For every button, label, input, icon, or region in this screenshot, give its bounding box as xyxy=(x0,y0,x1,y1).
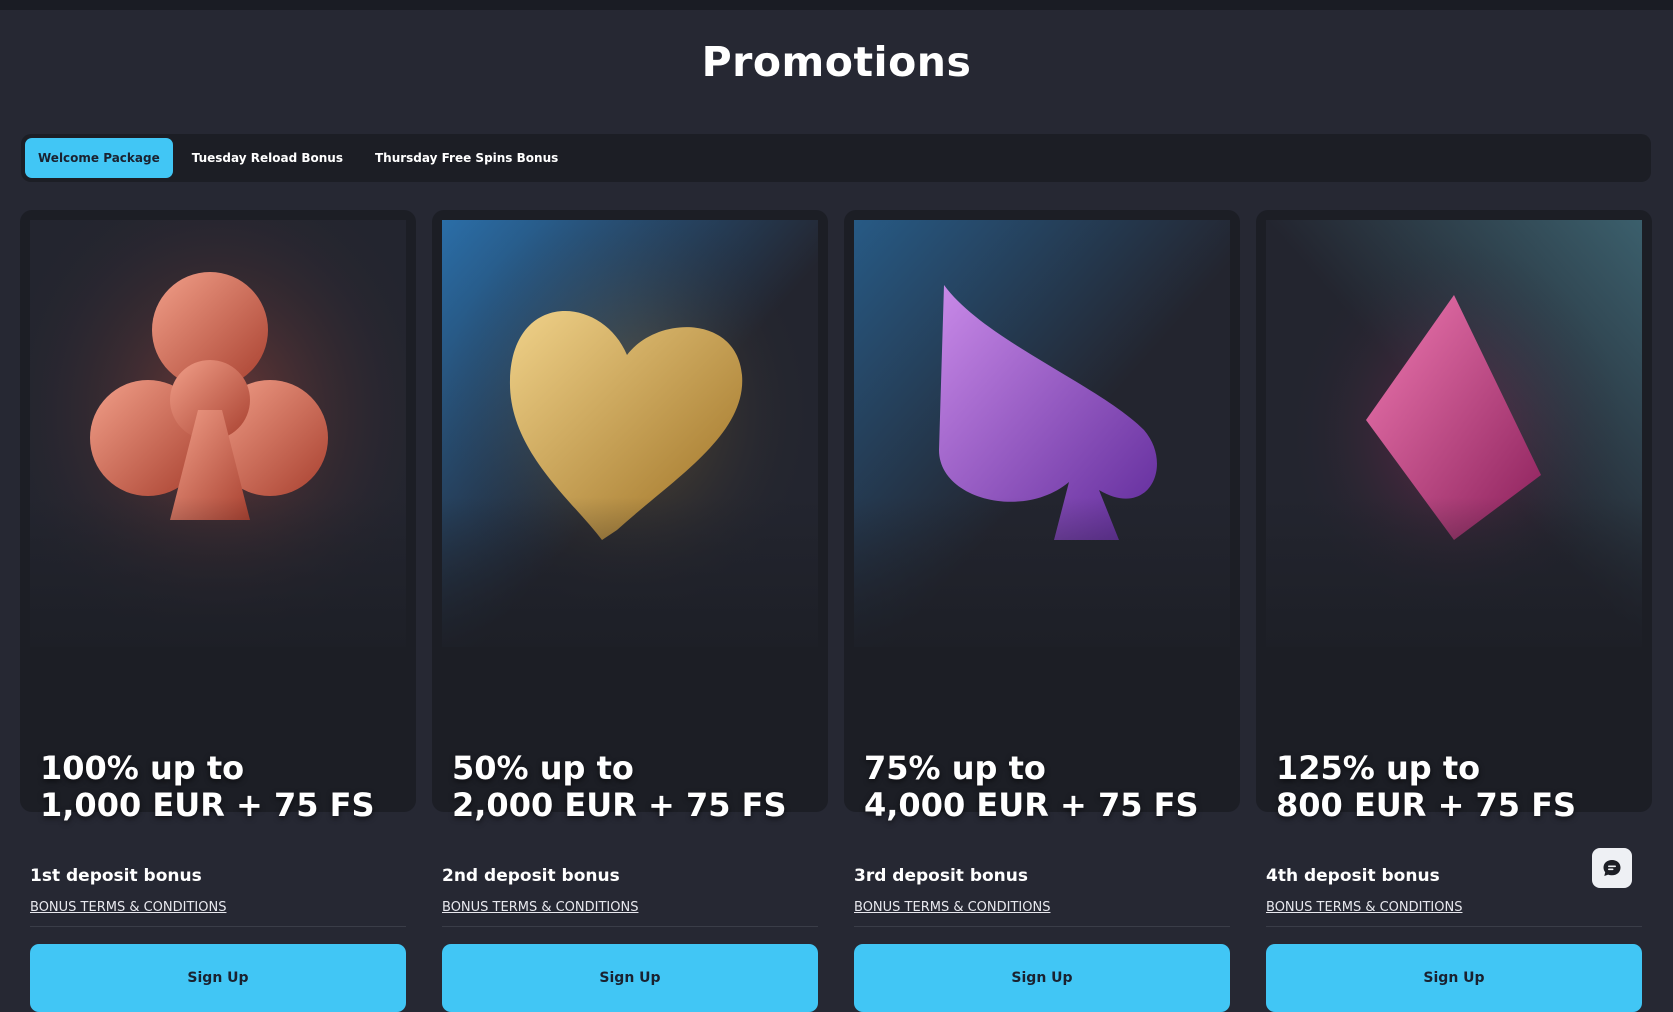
card-image xyxy=(854,220,1230,647)
promo-card-2: 50% up to 2,000 EUR + 75 FS 2nd deposit b… xyxy=(432,210,828,1012)
deposit-label: 1st deposit bonus xyxy=(30,866,202,886)
card-image xyxy=(30,220,406,647)
divider xyxy=(1266,926,1642,927)
card-image xyxy=(1266,220,1642,647)
promo-tabs: Welcome Package Tuesday Reload Bonus Thu… xyxy=(21,134,1651,182)
tab-welcome-package[interactable]: Welcome Package xyxy=(25,138,173,178)
sign-up-button[interactable]: Sign Up xyxy=(30,944,406,1012)
chat-button[interactable] xyxy=(1592,848,1632,888)
sign-up-button[interactable]: Sign Up xyxy=(442,944,818,1012)
promo-card-3: 75% up to 4,000 EUR + 75 FS 3rd deposit b… xyxy=(844,210,1240,1012)
divider xyxy=(30,926,406,927)
deposit-label: 3rd deposit bonus xyxy=(854,866,1029,886)
deposit-label: 2nd deposit bonus xyxy=(442,866,620,886)
bonus-terms-link[interactable]: BONUS TERMS & CONDITIONS xyxy=(1266,900,1462,915)
chat-icon xyxy=(1603,860,1621,876)
divider xyxy=(854,926,1230,927)
sign-up-button[interactable]: Sign Up xyxy=(1266,944,1642,1012)
bonus-headline: 125% up to 800 EUR + 75 FS xyxy=(1276,749,1577,824)
promo-card-1: 100% up to 1,000 EUR + 75 FS 1st deposit … xyxy=(20,210,416,1012)
bonus-terms-link[interactable]: BONUS TERMS & CONDITIONS xyxy=(442,900,638,915)
bonus-headline: 100% up to 1,000 EUR + 75 FS xyxy=(40,749,375,824)
bonus-headline: 75% up to 4,000 EUR + 75 FS xyxy=(864,749,1199,824)
sign-up-button[interactable]: Sign Up xyxy=(854,944,1230,1012)
tab-thursday-free-spins-bonus[interactable]: Thursday Free Spins Bonus xyxy=(362,138,571,178)
card-image xyxy=(442,220,818,647)
top-bar xyxy=(0,0,1673,10)
promo-card-4: 125% up to 800 EUR + 75 FS 4th deposit bo… xyxy=(1256,210,1652,1012)
bonus-terms-link[interactable]: BONUS TERMS & CONDITIONS xyxy=(30,900,226,915)
divider xyxy=(442,926,818,927)
bonus-terms-link[interactable]: BONUS TERMS & CONDITIONS xyxy=(854,900,1050,915)
deposit-label: 4th deposit bonus xyxy=(1266,866,1440,886)
bonus-headline: 50% up to 2,000 EUR + 75 FS xyxy=(452,749,787,824)
tab-tuesday-reload-bonus[interactable]: Tuesday Reload Bonus xyxy=(179,138,356,178)
page-title: Promotions xyxy=(701,38,972,86)
